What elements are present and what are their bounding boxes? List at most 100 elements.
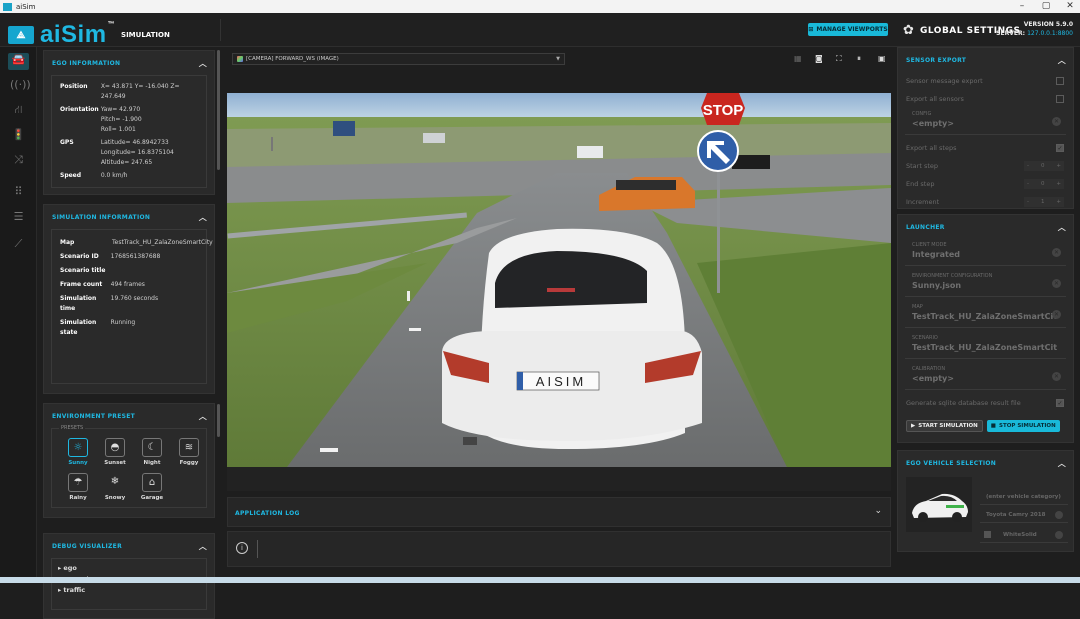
- launcher-title: LAUNCHER: [906, 223, 945, 231]
- sensor-message-export-row[interactable]: Sensor message export: [898, 72, 1073, 90]
- left-column: EGO INFORMATION ︿ Position X= 43.871 Y= -1…: [43, 47, 220, 619]
- chevron-down-icon[interactable]: ⌄: [874, 506, 882, 516]
- tree-item-ego[interactable]: ▸ ego: [58, 563, 200, 574]
- clear-icon[interactable]: [1055, 511, 1063, 519]
- clear-icon[interactable]: ✕: [1052, 117, 1061, 126]
- debug-visualizer-title: DEBUG VISUALIZER: [52, 542, 122, 550]
- frame-count-label: Frame count: [60, 281, 103, 288]
- car-icon[interactable]: 🚘: [8, 53, 29, 70]
- stop-simulation-button[interactable]: ■ STOP SIMULATION: [986, 420, 1060, 432]
- export-all-steps-checkbox[interactable]: ✓: [1056, 144, 1064, 152]
- export-icon[interactable]: ▣: [878, 54, 886, 63]
- fullscreen-icon[interactable]: ⛶: [836, 54, 842, 64]
- camera-select[interactable]: [CAMERA] FORWARD_WS (IMAGE) ▼: [232, 53, 565, 65]
- tree-item-traffic[interactable]: ▸ traffic: [58, 585, 200, 596]
- chart-icon[interactable]: ⟋: [10, 237, 27, 251]
- grid-layout-icon[interactable]: ▦: [794, 54, 802, 63]
- launcher-header[interactable]: LAUNCHER ︿: [898, 215, 1073, 239]
- preset-snowy[interactable]: ❄ Snowy: [103, 473, 127, 501]
- maximize-button[interactable]: ▢: [1034, 0, 1058, 13]
- map-label: Map: [60, 239, 75, 246]
- simulation-information-header[interactable]: SIMULATION INFORMATION ︿: [44, 205, 214, 229]
- export-all-sensors-checkbox[interactable]: [1056, 95, 1064, 103]
- vehicle-model-field[interactable]: Toyota Camry 2018: [980, 508, 1068, 523]
- config-field[interactable]: CONFIG <empty> ✕: [905, 108, 1066, 135]
- camera-viewport[interactable]: STOP AISIM: [227, 93, 891, 467]
- chevron-up-icon[interactable]: ︿: [199, 212, 207, 223]
- chevron-up-icon[interactable]: ︿: [1058, 222, 1066, 233]
- pause-icon[interactable]: ⏸: [857, 54, 861, 64]
- sqlite-label: Generate sqlite database result file: [906, 399, 1021, 407]
- scenario-title-label: Scenario title: [60, 267, 106, 274]
- grid-icon[interactable]: ⠿: [10, 185, 27, 199]
- clear-icon[interactable]: ✕: [1052, 248, 1061, 257]
- scenario-field[interactable]: SCENARIO TestTrack_HU_ZalaZoneSmartCity_d…: [905, 332, 1066, 359]
- yaw-value: Yaw= 42.970: [100, 106, 141, 113]
- version-label: VERSION 5.9.0: [1023, 21, 1073, 28]
- simulation-time-value: 19.760 seconds: [110, 295, 159, 302]
- ego-information-header[interactable]: EGO INFORMATION ︿: [44, 51, 214, 75]
- ego-vehicle-selection-header[interactable]: EGO VEHICLE SELECTION ︿: [898, 451, 1073, 475]
- sensor-export-panel: SENSOR EXPORT ︿ Sensor message export Exp…: [897, 47, 1074, 209]
- vehicle-color-field[interactable]: WhiteSolid: [980, 528, 1068, 543]
- preset-night[interactable]: ☾ Night: [140, 438, 164, 466]
- sqlite-row[interactable]: Generate sqlite database result file ✓: [898, 394, 1073, 412]
- frame-count-value: 494 frames: [110, 281, 145, 288]
- chevron-up-icon[interactable]: ︿: [199, 58, 207, 69]
- scenario-icon[interactable]: ⤨: [10, 153, 27, 167]
- vehicle-color-value: WhiteSolid: [1003, 532, 1037, 538]
- sensor-export-header[interactable]: SENSOR EXPORT ︿: [898, 48, 1073, 72]
- stop-simulation-label: STOP SIMULATION: [999, 423, 1056, 429]
- sqlite-checkbox[interactable]: ✓: [1056, 399, 1064, 407]
- clear-icon[interactable]: ✕: [1052, 310, 1061, 319]
- traffic-icon[interactable]: 🚦: [10, 128, 27, 142]
- scenario-title-value: [111, 266, 198, 276]
- expand-icon[interactable]: ▸: [58, 564, 61, 572]
- sensor-message-export-checkbox[interactable]: [1056, 77, 1064, 85]
- chevron-up-icon[interactable]: ︿: [1058, 55, 1066, 66]
- pitch-value: Pitch= -1.900: [100, 116, 142, 123]
- gear-icon[interactable]: ✿: [903, 23, 914, 38]
- taskbar-strip: [0, 577, 1080, 583]
- end-step-stepper[interactable]: -0 +: [1024, 179, 1064, 189]
- layers-icon[interactable]: ☰: [10, 210, 27, 224]
- position-value: X= 43.871 Y= -16.040 Z= 247.649: [100, 83, 180, 100]
- info-icon[interactable]: i: [236, 542, 248, 554]
- sensor-icon[interactable]: ((·)): [10, 78, 31, 92]
- preset-garage[interactable]: ⌂ Garage: [140, 473, 164, 501]
- export-all-sensors-row[interactable]: Export all sensors: [898, 90, 1073, 108]
- close-button[interactable]: ✕: [1058, 0, 1080, 13]
- chevron-up-icon[interactable]: ︿: [1058, 458, 1066, 469]
- clear-icon[interactable]: [1055, 531, 1063, 539]
- manage-viewports-button[interactable]: ⊞ MANAGE VIEWPORTS: [808, 23, 888, 36]
- expand-icon[interactable]: ▸: [58, 586, 61, 594]
- calibration-field[interactable]: CALIBRATION <empty> ✕: [905, 363, 1066, 390]
- left-scrollbar[interactable]: [217, 50, 220, 170]
- increment-stepper[interactable]: -1 +: [1024, 197, 1064, 207]
- map-field[interactable]: MAP TestTrack_HU_ZalaZoneSmartCity ✕: [905, 301, 1066, 328]
- export-all-steps-row[interactable]: Export all steps ✓: [898, 139, 1073, 157]
- road-icon[interactable]: ⛙: [10, 103, 27, 117]
- minimize-button[interactable]: –: [1010, 0, 1034, 13]
- clear-icon[interactable]: ✕: [1052, 279, 1061, 288]
- debug-visualizer-header[interactable]: DEBUG VISUALIZER ︿: [44, 534, 214, 558]
- simulation-information-title: SIMULATION INFORMATION: [52, 213, 151, 221]
- preset-sunny[interactable]: ☼ Sunny: [66, 438, 90, 466]
- left-scrollbar-lower[interactable]: [217, 404, 220, 437]
- header-divider: [220, 19, 221, 41]
- preset-foggy[interactable]: ≋ Foggy: [177, 438, 201, 466]
- environment-config-field[interactable]: ENVIRONMENT CONFIGURATION Sunny.json ✕: [905, 270, 1066, 297]
- client-mode-field[interactable]: CLIENT MODE Integrated ✕: [905, 239, 1066, 266]
- start-simulation-button[interactable]: ▶ START SIMULATION: [906, 420, 983, 432]
- application-log-panel[interactable]: APPLICATION LOG ⌄: [227, 497, 891, 527]
- chevron-up-icon[interactable]: ︿: [199, 411, 207, 422]
- clear-icon[interactable]: ✕: [1052, 372, 1061, 381]
- chevron-up-icon[interactable]: ︿: [199, 541, 207, 552]
- vehicle-category-field[interactable]: (enter vehicle category): [980, 490, 1068, 505]
- scenario-id-value: 1768561387688: [110, 253, 161, 260]
- preset-rainy[interactable]: ☂ Rainy: [66, 473, 90, 501]
- preset-sunset[interactable]: ◓ Sunset: [103, 438, 127, 466]
- screenshot-icon[interactable]: ◙: [815, 54, 823, 63]
- start-step-stepper[interactable]: -0 +: [1024, 161, 1064, 171]
- vehicle-thumbnail[interactable]: [906, 477, 972, 532]
